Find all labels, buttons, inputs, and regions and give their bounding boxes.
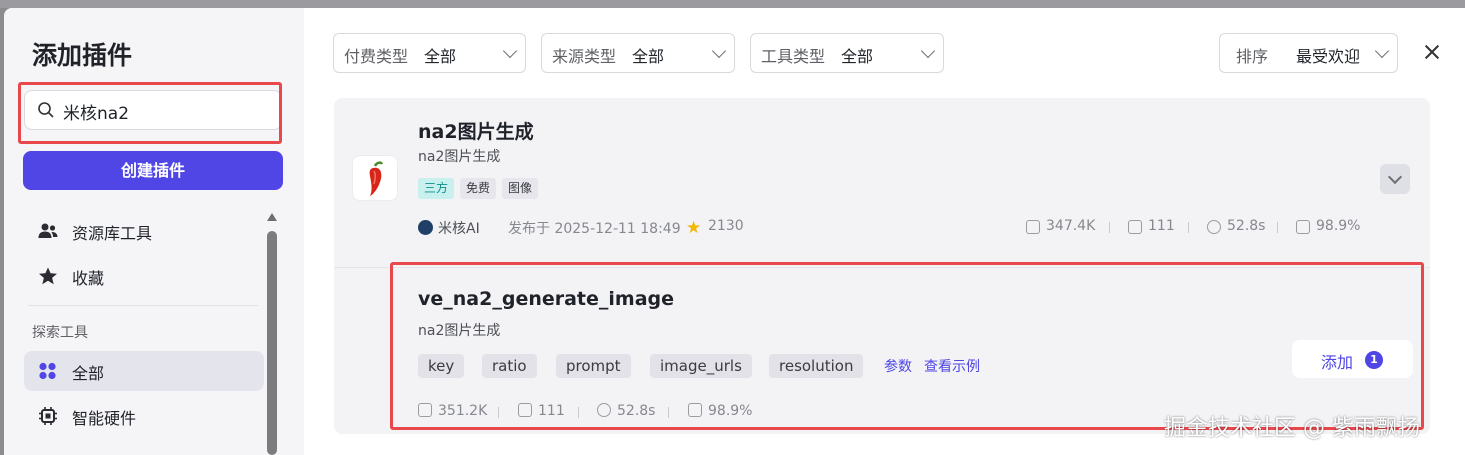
author-name[interactable]: 米核AI	[438, 218, 480, 238]
create-plugin-button[interactable]: 创建插件	[23, 151, 283, 190]
users-icon	[38, 223, 58, 238]
publish-time: 发布于 2025-12-11 18:49	[508, 221, 681, 237]
filter-key: 来源类型	[552, 47, 617, 66]
section-label-explore: 探索工具	[32, 325, 88, 341]
close-icon[interactable]	[1424, 44, 1440, 60]
star-icon	[39, 267, 57, 285]
chevron-down-icon	[1374, 43, 1390, 59]
usage-icon	[1026, 220, 1040, 234]
scroll-up-arrow-icon[interactable]	[267, 213, 277, 221]
tag-free: 免费	[460, 178, 497, 199]
sidebar-item-library-tools[interactable]: 资源库工具	[24, 211, 264, 251]
scrollbar-thumb[interactable]	[267, 231, 277, 455]
plugin-description: na2图片生成	[418, 149, 501, 165]
success-rate: 98.9%	[1316, 218, 1361, 234]
expand-chevron-icon[interactable]	[1380, 164, 1410, 194]
clock-icon	[1207, 220, 1221, 234]
watermark: 掘金技术社区 @ 紫雨飘扬	[1164, 416, 1420, 441]
bot-icon	[1128, 220, 1142, 234]
plugin-name: na2图片生成	[418, 121, 534, 143]
latency: 52.8s	[1227, 218, 1266, 234]
filter-key: 工具类型	[761, 47, 826, 66]
sidebar-item-favorites[interactable]: 收藏	[24, 256, 264, 296]
divider	[1109, 222, 1110, 233]
star-icon: ★	[686, 218, 702, 238]
backdrop	[0, 0, 1465, 8]
author-avatar	[418, 220, 433, 235]
filter-value: 全部	[424, 47, 457, 66]
sidebar-item-all[interactable]: 全部	[24, 351, 264, 391]
plugin-logo-pepper-icon	[352, 155, 398, 201]
divider	[1188, 222, 1189, 233]
tag-third-party: 三方	[418, 178, 455, 199]
sidebar: 添加插件 米核na2 创建插件 资源库工具 收藏 探索工具 全部 智能硬件	[4, 8, 304, 455]
search-highlight-box	[18, 82, 282, 144]
filter-payment-type[interactable]: 付费类型 全部	[333, 33, 526, 73]
sort-key: 排序	[1236, 47, 1269, 66]
filter-tool-type[interactable]: 工具类型 全部	[750, 33, 944, 73]
grid-icon	[39, 362, 56, 380]
filter-source-type[interactable]: 来源类型 全部	[541, 33, 735, 73]
bot-count: 111	[1148, 218, 1175, 234]
chevron-down-icon	[711, 43, 727, 59]
tag-image: 图像	[502, 178, 539, 199]
success-rate-icon	[1296, 220, 1310, 234]
filter-value: 全部	[632, 47, 665, 66]
usage-count: 347.4K	[1046, 218, 1096, 234]
sidebar-scrollbar[interactable]	[266, 213, 278, 455]
sidebar-item-label: 资源库工具	[72, 224, 153, 243]
filter-value: 全部	[841, 47, 874, 66]
chevron-down-icon	[920, 43, 936, 59]
sidebar-item-label: 全部	[72, 364, 105, 383]
filter-key: 付费类型	[344, 47, 409, 66]
tool-highlight-box	[390, 262, 1424, 430]
sidebar-item-label: 收藏	[72, 269, 105, 288]
star-count: 2130	[708, 218, 744, 234]
chevron-down-icon	[502, 43, 518, 59]
sort-select[interactable]: 排序 最受欢迎	[1219, 33, 1398, 73]
sort-value: 最受欢迎	[1296, 47, 1361, 66]
sidebar-divider	[28, 305, 258, 306]
sidebar-item-smart-hardware[interactable]: 智能硬件	[24, 396, 264, 436]
plugin-card[interactable]: na2图片生成 na2图片生成 三方 免费 图像 米核AI 发布于 2025-1…	[334, 98, 1430, 268]
divider	[1277, 222, 1278, 233]
chip-icon	[39, 407, 57, 425]
sidebar-item-label: 智能硬件	[72, 409, 137, 428]
dialog-title: 添加插件	[32, 41, 133, 70]
